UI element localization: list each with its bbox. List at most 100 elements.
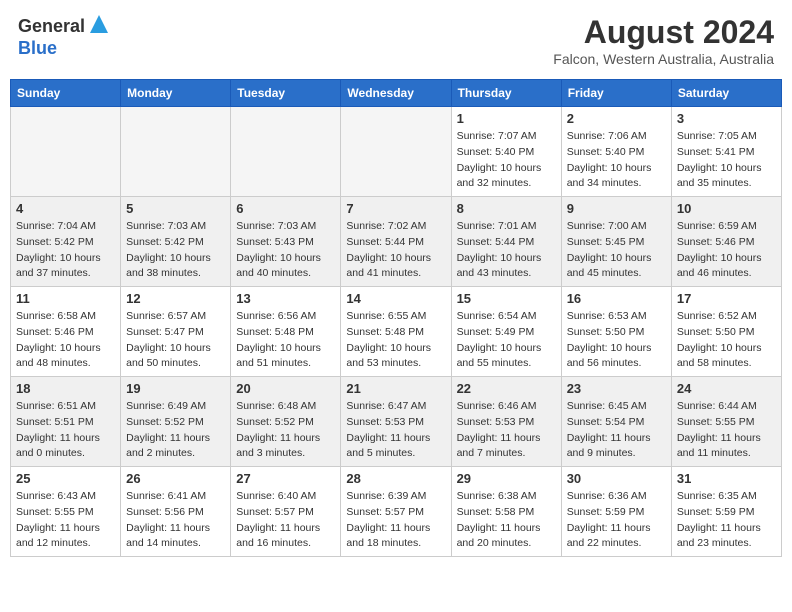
title-block: August 2024 Falcon, Western Australia, A… (553, 14, 774, 67)
day-info: Sunrise: 7:05 AMSunset: 5:41 PMDaylight:… (677, 129, 776, 192)
sunrise-label: Sunrise: 6:36 AM (567, 490, 647, 502)
sunset-label: Sunset: 5:50 PM (567, 326, 645, 338)
calendar-cell: 21 Sunrise: 6:47 AMSunset: 5:53 PMDayligh… (341, 377, 451, 467)
sunrise-label: Sunrise: 6:48 AM (236, 400, 316, 412)
sunrise-label: Sunrise: 6:58 AM (16, 310, 96, 322)
day-number: 14 (346, 291, 445, 306)
day-number: 23 (567, 381, 666, 396)
sunrise-label: Sunrise: 7:07 AM (457, 130, 537, 142)
day-number: 17 (677, 291, 776, 306)
calendar-cell: 12Sunrise: 6:57 AMSunset: 5:47 PMDayligh… (121, 287, 231, 377)
sunrise-label: Sunrise: 6:51 AM (16, 400, 96, 412)
day-number: 1 (457, 111, 556, 126)
day-info: Sunrise: 6:35 AMSunset: 5:59 PMDaylight:… (677, 489, 776, 552)
sunrise-label: Sunrise: 6:47 AM (346, 400, 426, 412)
sunset-label: Sunset: 5:58 PM (457, 506, 535, 518)
daylight-label: Daylight: 11 hours and 22 minutes. (567, 522, 651, 550)
calendar-cell: 26Sunrise: 6:41 AMSunset: 5:56 PMDayligh… (121, 467, 231, 557)
day-number: 26 (126, 471, 225, 486)
sunset-label: Sunset: 5:43 PM (236, 236, 314, 248)
logo-general-text: General (18, 17, 85, 37)
sunrise-label: Sunrise: 7:03 AM (236, 220, 316, 232)
sunset-label: Sunset: 5:50 PM (677, 326, 755, 338)
day-info: Sunrise: 6:46 AMSunset: 5:53 PMDaylight:… (457, 399, 556, 462)
sunrise-label: Sunrise: 6:45 AM (567, 400, 647, 412)
sunrise-label: Sunrise: 7:05 AM (677, 130, 757, 142)
sunset-label: Sunset: 5:57 PM (236, 506, 314, 518)
sunrise-label: Sunrise: 6:57 AM (126, 310, 206, 322)
calendar-cell: 16Sunrise: 6:53 AMSunset: 5:50 PMDayligh… (561, 287, 671, 377)
calendar-cell: 27Sunrise: 6:40 AMSunset: 5:57 PMDayligh… (231, 467, 341, 557)
day-info: Sunrise: 6:54 AMSunset: 5:49 PMDaylight:… (457, 309, 556, 372)
calendar-cell: 11Sunrise: 6:58 AMSunset: 5:46 PMDayligh… (11, 287, 121, 377)
calendar-cell: 30 Sunrise: 6:36 AMSunset: 5:59 PMDayligh… (561, 467, 671, 557)
day-info: Sunrise: 7:00 AMSunset: 5:45 PMDaylight:… (567, 219, 666, 282)
day-info: Sunrise: 7:04 AMSunset: 5:42 PMDaylight:… (16, 219, 115, 282)
col-header-sunday: Sunday (11, 80, 121, 107)
daylight-label: Daylight: 11 hours and 20 minutes. (457, 522, 541, 550)
daylight-label: Daylight: 10 hours and 32 minutes. (457, 162, 542, 190)
day-number: 10 (677, 201, 776, 216)
calendar-cell: 15 Sunrise: 6:54 AMSunset: 5:49 PMDayligh… (451, 287, 561, 377)
daylight-label: Daylight: 10 hours and 35 minutes. (677, 162, 762, 190)
daylight-label: Daylight: 10 hours and 46 minutes. (677, 252, 762, 280)
calendar-cell: 7Sunrise: 7:02 AMSunset: 5:44 PMDaylight… (341, 197, 451, 287)
sunset-label: Sunset: 5:59 PM (677, 506, 755, 518)
day-number: 21 (346, 381, 445, 396)
day-number: 11 (16, 291, 115, 306)
sunset-label: Sunset: 5:40 PM (457, 146, 535, 158)
day-info: Sunrise: 7:03 AM Sunset: 5:43 PM Daylight:… (236, 219, 335, 282)
sunrise-label: Sunrise: 7:04 AM (16, 220, 96, 232)
day-number: 22 (457, 381, 556, 396)
calendar-cell: 1 Sunrise: 7:07 AM Sunset: 5:40 PM Daylight… (451, 107, 561, 197)
day-number: 15 (457, 291, 556, 306)
day-number: 30 (567, 471, 666, 486)
daylight-label: Daylight: 11 hours and 11 minutes. (677, 432, 761, 460)
calendar-cell: 13Sunrise: 6:56 AMSunset: 5:48 PMDayligh… (231, 287, 341, 377)
calendar-cell: 31 Sunrise: 6:35 AMSunset: 5:59 PMDayligh… (671, 467, 781, 557)
calendar-cell: 2Sunrise: 7:06 AMSunset: 5:40 PMDaylight… (561, 107, 671, 197)
day-info: Sunrise: 6:52 AMSunset: 5:50 PMDaylight:… (677, 309, 776, 372)
daylight-label: Daylight: 11 hours and 5 minutes. (346, 432, 430, 460)
sunrise-label: Sunrise: 6:59 AM (677, 220, 757, 232)
day-info: Sunrise: 6:47 AMSunset: 5:53 PMDaylight:… (346, 399, 445, 462)
calendar-week-row: 25Sunrise: 6:43 AMSunset: 5:55 PMDayligh… (11, 467, 782, 557)
daylight-label: Daylight: 11 hours and 14 minutes. (126, 522, 210, 550)
day-info: Sunrise: 6:36 AMSunset: 5:59 PMDaylight:… (567, 489, 666, 552)
day-number: 24 (677, 381, 776, 396)
daylight-label: Daylight: 10 hours and 38 minutes. (126, 252, 211, 280)
daylight-label: Daylight: 10 hours and 43 minutes. (457, 252, 542, 280)
day-info: Sunrise: 6:38 AMSunset: 5:58 PMDaylight:… (457, 489, 556, 552)
day-number: 16 (567, 291, 666, 306)
sunset-label: Sunset: 5:52 PM (236, 416, 314, 428)
sunset-label: Sunset: 5:49 PM (457, 326, 535, 338)
day-number: 19 (126, 381, 225, 396)
calendar-cell: 6Sunrise: 7:03 AMSunset: 5:43 PMDaylight… (231, 197, 341, 287)
sunset-label: Sunset: 5:45 PM (567, 236, 645, 248)
calendar-cell: 20 Sunrise: 6:48 AM Sunset: 5:52 PM Dayligh… (231, 377, 341, 467)
daylight-label: Daylight: 10 hours and 40 minutes. (236, 252, 321, 280)
logo-blue-text: Blue (18, 38, 57, 58)
daylight-label: Daylight: 11 hours and 3 minutes. (236, 432, 320, 460)
day-number: 3 (677, 111, 776, 126)
day-number: 20 (236, 381, 335, 396)
sunrise-label: Sunrise: 6:52 AM (677, 310, 757, 322)
sunrise-label: Sunrise: 6:41 AM (126, 490, 206, 502)
sunrise-label: Sunrise: 6:43 AM (16, 490, 96, 502)
calendar-cell (121, 107, 231, 197)
sunset-label: Sunset: 5:42 PM (16, 236, 94, 248)
sunset-label: Sunset: 5:54 PM (567, 416, 645, 428)
col-header-friday: Friday (561, 80, 671, 107)
col-header-saturday: Saturday (671, 80, 781, 107)
daylight-label: Daylight: 11 hours and 2 minutes. (126, 432, 210, 460)
calendar-cell: 4Sunrise: 7:04 AMSunset: 5:42 PMDaylight… (11, 197, 121, 287)
calendar-cell: 19Sunrise: 6:49 AMSunset: 5:52 PMDayligh… (121, 377, 231, 467)
daylight-label: Daylight: 10 hours and 45 minutes. (567, 252, 652, 280)
day-number: 31 (677, 471, 776, 486)
location-text: Falcon, Western Australia, Australia (553, 51, 774, 67)
sunset-label: Sunset: 5:53 PM (457, 416, 535, 428)
sunrise-label: Sunrise: 7:02 AM (346, 220, 426, 232)
sunset-label: Sunset: 5:55 PM (677, 416, 755, 428)
calendar-cell (341, 107, 451, 197)
day-info: Sunrise: 6:40 AMSunset: 5:57 PMDaylight:… (236, 489, 335, 552)
